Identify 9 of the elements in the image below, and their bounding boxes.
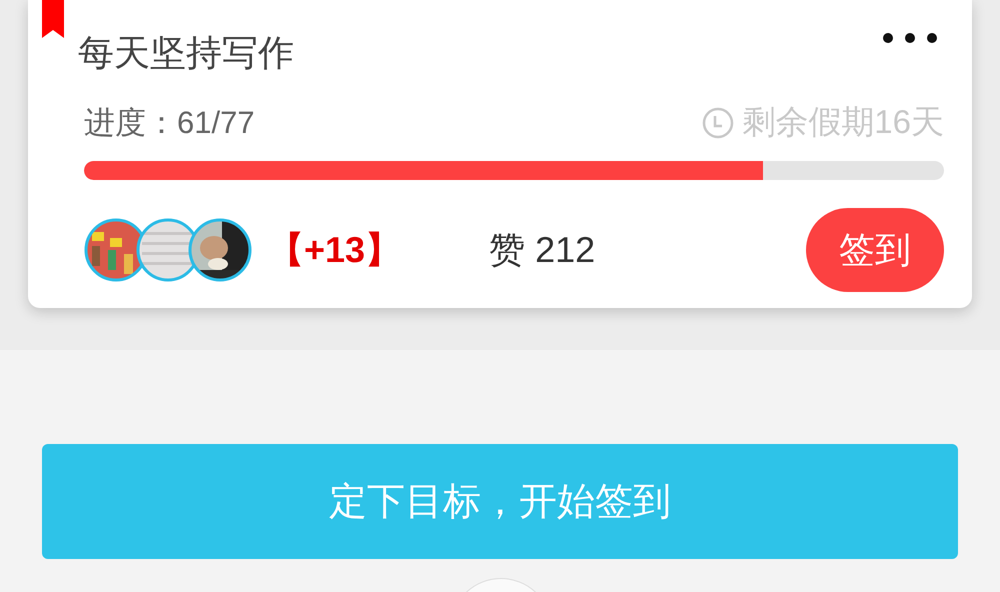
like-count: 赞 212 [489, 228, 596, 272]
bookmark-icon [42, 0, 64, 38]
more-icon[interactable] [882, 32, 938, 44]
check-in-button[interactable]: 签到 [806, 208, 944, 292]
progress-label: 进度：61/77 [84, 104, 255, 142]
clock-icon [702, 106, 734, 138]
member-count: 【+13】 [268, 228, 402, 272]
goal-title: 每天坚持写作 [78, 31, 294, 75]
start-check-in-button[interactable]: 定下目标，开始签到 [42, 444, 958, 559]
